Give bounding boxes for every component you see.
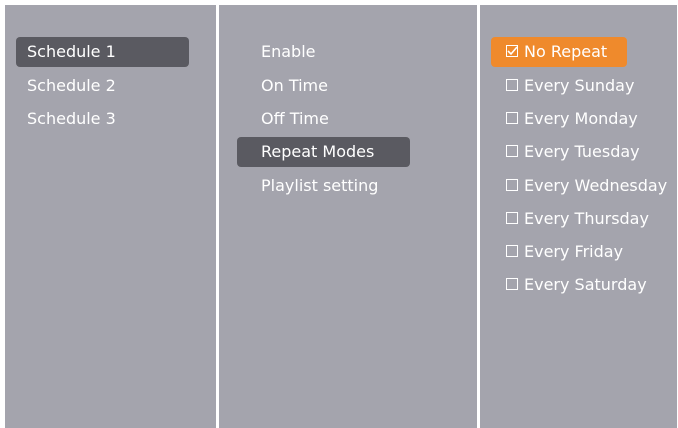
option-label: No Repeat: [524, 42, 608, 61]
repeat-option-every-wednesday[interactable]: Every Wednesday: [491, 171, 667, 201]
option-label: Every Friday: [524, 242, 624, 261]
repeat-option-every-monday[interactable]: Every Monday: [491, 104, 638, 134]
schedule-settings-panel: Enable On Time Off Time Repeat Modes Pla…: [219, 5, 477, 428]
repeat-mode-panel: No Repeat Every Sunday Every Monday Ever…: [480, 5, 677, 428]
repeat-option-no-repeat[interactable]: No Repeat: [491, 37, 627, 67]
checkbox-checked-icon: [506, 45, 518, 57]
option-label: Every Tuesday: [524, 142, 640, 161]
repeat-option-every-sunday[interactable]: Every Sunday: [491, 71, 634, 101]
menu-item-off-time[interactable]: Off Time: [237, 104, 410, 134]
checkbox-empty-icon: [506, 245, 518, 257]
menu-item-playlist-setting[interactable]: Playlist setting: [237, 171, 410, 201]
option-label: Every Sunday: [524, 76, 635, 95]
checkbox-empty-icon: [506, 212, 518, 224]
repeat-option-every-thursday[interactable]: Every Thursday: [491, 204, 649, 234]
schedule-osd-menu: Schedule 1 Schedule 2 Schedule 3 Enable …: [5, 5, 677, 428]
checkbox-empty-icon: [506, 79, 518, 91]
repeat-option-every-friday[interactable]: Every Friday: [491, 237, 627, 267]
checkbox-empty-icon: [506, 112, 518, 124]
option-label: Every Wednesday: [524, 176, 668, 195]
repeat-option-every-saturday[interactable]: Every Saturday: [491, 270, 647, 300]
repeat-option-every-tuesday[interactable]: Every Tuesday: [491, 137, 640, 167]
checkbox-empty-icon: [506, 145, 518, 157]
schedule-list-panel: Schedule 1 Schedule 2 Schedule 3: [5, 5, 216, 428]
menu-item-repeat-modes[interactable]: Repeat Modes: [237, 137, 410, 167]
option-label: Every Monday: [524, 109, 638, 128]
checkbox-empty-icon: [506, 179, 518, 191]
option-label: Every Saturday: [524, 275, 647, 294]
checkbox-empty-icon: [506, 278, 518, 290]
option-label: Every Thursday: [524, 209, 649, 228]
menu-item-schedule-3[interactable]: Schedule 3: [16, 104, 189, 134]
menu-item-on-time[interactable]: On Time: [237, 71, 410, 101]
menu-item-schedule-1[interactable]: Schedule 1: [16, 37, 189, 67]
menu-item-schedule-2[interactable]: Schedule 2: [16, 71, 189, 101]
menu-item-enable[interactable]: Enable: [237, 37, 410, 67]
